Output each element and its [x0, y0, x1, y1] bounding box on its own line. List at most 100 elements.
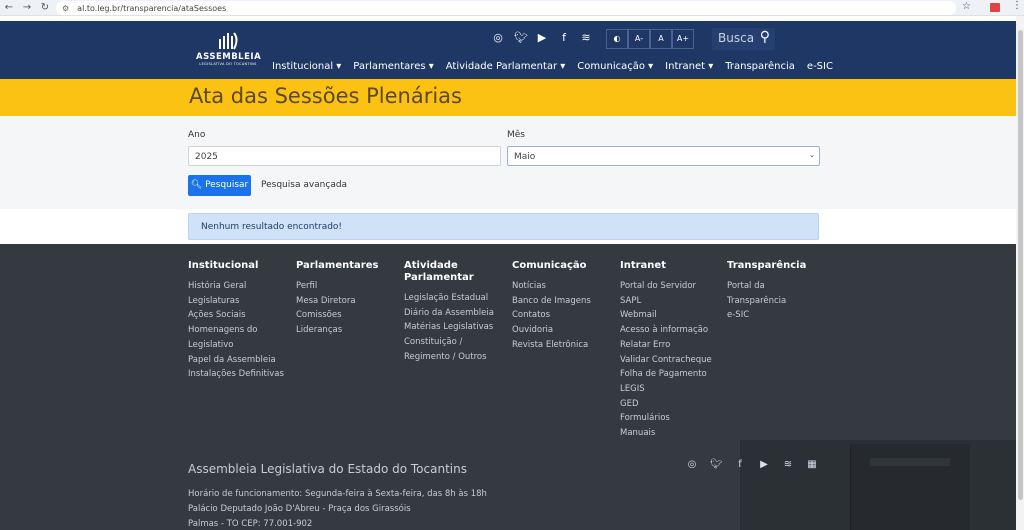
footer-col-institucional: Institucional História Geral Legislatura… — [188, 260, 288, 382]
footer-link[interactable]: Contatos — [512, 308, 612, 323]
advanced-search-link[interactable]: Pesquisa avançada — [261, 180, 347, 190]
footer-link[interactable]: Portal da — [727, 279, 827, 294]
bookmark-star-icon[interactable]: ☆ — [962, 1, 971, 12]
search-icon[interactable]: ⚲ — [760, 29, 770, 45]
logo-name: ASSEMBLEIA — [196, 52, 262, 62]
facebook-icon[interactable]: f — [558, 31, 570, 44]
facebook-icon[interactable]: f — [734, 459, 746, 470]
title-band — [0, 79, 1016, 116]
logo-mark-icon — [196, 31, 260, 51]
footer-link[interactable]: Portal do Servidor — [620, 279, 720, 294]
footer-link[interactable]: Webmail — [620, 308, 720, 323]
footer-heading: Atividade Parlamentar — [404, 260, 474, 283]
address-bar[interactable]: ⚙ al.to.leg.br/transparencia/ataSessoes — [56, 1, 956, 15]
site-footer: Institucional História Geral Legislatura… — [0, 244, 1016, 530]
footer-link[interactable]: Lideranças — [296, 323, 396, 338]
footer-link[interactable]: Instalações Definitivas — [188, 367, 288, 382]
instagram-icon[interactable]: ◎ — [686, 459, 698, 470]
footer-link[interactable]: Legislaturas — [188, 294, 288, 309]
footer-link[interactable]: Legislativo — [188, 338, 288, 353]
footer-heading: Parlamentares — [296, 260, 379, 271]
footer-col-atividade: Atividade Parlamentar Legislação Estadua… — [404, 260, 494, 365]
alert-text: Nenhum resultado encontrado! — [201, 222, 343, 232]
rss-icon[interactable]: ≋ — [580, 31, 592, 44]
nav-esic[interactable]: e-SIC — [807, 61, 833, 72]
footer-link[interactable]: e-SIC — [727, 308, 827, 323]
scrollbar-thumb[interactable] — [1018, 30, 1023, 500]
year-label: Ano — [188, 130, 206, 140]
forward-icon[interactable]: → — [18, 0, 36, 16]
footer-link[interactable]: Manuais — [620, 426, 720, 441]
month-label: Mês — [507, 130, 525, 140]
search-input[interactable]: Busca ⚲ — [712, 28, 775, 50]
browser-menu-icon[interactable]: ⋮ — [1012, 0, 1022, 11]
footer-link[interactable]: Acesso à informação — [620, 323, 720, 338]
month-select-value: Maio — [514, 152, 536, 162]
address-line: Palácio Deputado João D'Abreu - Praça do… — [188, 504, 411, 514]
youtube-icon[interactable]: ▶ — [758, 459, 770, 470]
footer-link[interactable]: Homenagens do — [188, 323, 288, 338]
year-field[interactable]: 2025 — [188, 146, 501, 166]
footer-link[interactable]: Banco de Imagens — [512, 294, 612, 309]
organization-name: Assembleia Legislativa do Estado do Toca… — [188, 462, 467, 476]
search-icon: 🔍︎ — [190, 180, 203, 190]
footer-link[interactable]: Comissões — [296, 308, 396, 323]
footer-link[interactable]: História Geral — [188, 279, 288, 294]
footer-link[interactable]: Constituição / — [404, 335, 494, 350]
footer-col-parlamentares: Parlamentares Perfil Mesa Diretora Comis… — [296, 260, 396, 338]
font-decrease-button[interactable]: A- — [628, 29, 650, 49]
footer-link[interactable]: Legislação Estadual — [404, 291, 494, 306]
twitter-icon[interactable]: 🐦︎ — [514, 31, 528, 44]
footer-link[interactable]: Formulários — [620, 411, 720, 426]
footer-link[interactable]: Regimento / Outros — [404, 350, 494, 365]
footer-link[interactable]: GED — [620, 397, 720, 412]
footer-link[interactable]: Notícias — [512, 279, 612, 294]
instagram-icon[interactable]: ◎ — [492, 31, 504, 44]
search-button[interactable]: 🔍︎ Pesquisar — [188, 175, 251, 196]
building-background-detail — [850, 444, 970, 530]
footer-link[interactable]: Transparência — [727, 294, 827, 309]
contrast-button[interactable]: ◐ — [606, 29, 628, 49]
site-info-icon[interactable]: ⚙ — [62, 4, 69, 13]
page-title: Ata das Sessões Plenárias — [189, 84, 462, 108]
map-icon[interactable]: ▦ — [806, 459, 818, 470]
rss-icon[interactable]: ≋ — [782, 459, 794, 470]
nav-transparencia[interactable]: Transparência — [725, 61, 795, 72]
footer-link[interactable]: Validar Contracheque — [620, 353, 720, 368]
header-social-links: ◎ 🐦︎ ▶ f ≋ — [492, 31, 592, 44]
back-icon[interactable]: ← — [0, 0, 18, 16]
footer-link[interactable]: Ações Sociais — [188, 308, 288, 323]
nav-parlamentares[interactable]: Parlamentares ▾ — [353, 61, 433, 72]
site-logo[interactable]: ASSEMBLEIA LEGISLATIVA DO TOCANTINS — [196, 31, 262, 66]
footer-link[interactable]: LEGIS — [620, 382, 720, 397]
footer-link[interactable]: SAPL — [620, 294, 720, 309]
footer-link[interactable]: Relatar Erro — [620, 338, 720, 353]
footer-link[interactable]: Folha de Pagamento — [620, 367, 720, 382]
extension-icon[interactable] — [990, 3, 1000, 12]
footer-col-intranet: Intranet Portal do Servidor SAPL Webmail… — [620, 260, 720, 441]
logo-subtitle: LEGISLATIVA DO TOCANTINS — [199, 62, 257, 66]
no-results-alert: Nenhum resultado encontrado! — [188, 213, 819, 240]
accessibility-controls: ◐ A- A A+ — [606, 29, 694, 49]
footer-link[interactable]: Diário da Assembleia — [404, 306, 494, 321]
footer-social-links: ◎ 🐦︎ f ▶ ≋ ▦ — [686, 459, 818, 470]
footer-link[interactable]: Revista Eletrônica — [512, 338, 612, 353]
font-increase-button[interactable]: A+ — [672, 29, 694, 49]
font-reset-button[interactable]: A — [650, 29, 672, 49]
footer-link[interactable]: Papel da Assembleia — [188, 353, 288, 368]
footer-link[interactable]: Perfil — [296, 279, 396, 294]
reload-icon[interactable]: ↻ — [36, 0, 54, 16]
nav-atividade-parlamentar[interactable]: Atividade Parlamentar ▾ — [446, 61, 566, 72]
nav-comunicacao[interactable]: Comunicação ▾ — [577, 61, 653, 72]
youtube-icon[interactable]: ▶ — [536, 31, 548, 44]
search-button-label: Pesquisar — [205, 180, 249, 190]
footer-link[interactable]: Ouvidoria — [512, 323, 612, 338]
footer-heading: Transparência — [727, 260, 807, 271]
nav-institucional[interactable]: Institucional ▾ — [272, 61, 341, 72]
nav-intranet[interactable]: Intranet ▾ — [665, 61, 713, 72]
building-sign — [870, 458, 950, 466]
footer-link[interactable]: Mesa Diretora — [296, 294, 396, 309]
twitter-icon[interactable]: 🐦︎ — [710, 459, 723, 470]
month-select[interactable]: Maio ⌄ — [507, 146, 820, 166]
footer-link[interactable]: Matérias Legislativas — [404, 320, 494, 335]
